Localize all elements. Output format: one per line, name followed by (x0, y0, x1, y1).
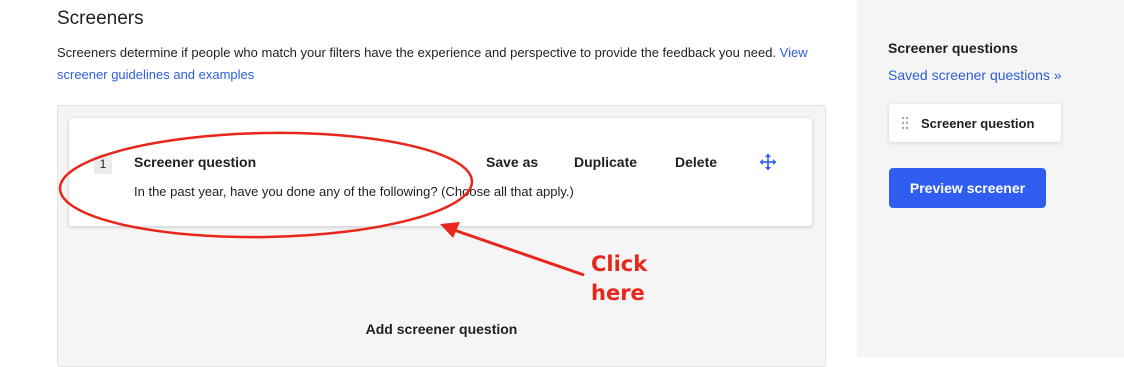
main-content: Screeners Screeners determine if people … (0, 0, 857, 367)
preview-screener-button[interactable]: Preview screener (889, 168, 1046, 208)
screener-panel: 1 Screener question In the past year, ha… (57, 105, 826, 367)
page-title: Screeners (57, 8, 144, 29)
question-number: 1 (94, 154, 112, 174)
add-screener-question-button[interactable]: Add screener question (58, 321, 825, 337)
screeners-description: Screeners determine if people who match … (57, 42, 817, 86)
question-text[interactable]: In the past year, have you done any of t… (134, 184, 574, 199)
sidebar-item-screener-question[interactable]: Screener question (889, 104, 1061, 142)
annotation-callout: Click here (591, 250, 647, 308)
delete-button[interactable]: Delete (675, 154, 717, 170)
saved-screener-questions-link[interactable]: Saved screener questions » (888, 67, 1062, 83)
sidebar-heading: Screener questions (888, 40, 1018, 56)
screener-question-card[interactable]: 1 Screener question In the past year, ha… (69, 118, 812, 226)
sidebar-item-label: Screener question (921, 116, 1035, 131)
callout-line-1: Click (591, 252, 648, 276)
move-arrows-icon[interactable] (758, 152, 778, 172)
duplicate-button[interactable]: Duplicate (574, 154, 637, 170)
save-as-button[interactable]: Save as (486, 154, 538, 170)
callout-line-2: here (591, 281, 645, 305)
drag-handle-icon[interactable] (901, 116, 909, 130)
sidebar: Screener questions Saved screener questi… (857, 0, 1124, 357)
question-title[interactable]: Screener question (134, 154, 256, 170)
description-text: Screeners determine if people who match … (57, 45, 777, 60)
